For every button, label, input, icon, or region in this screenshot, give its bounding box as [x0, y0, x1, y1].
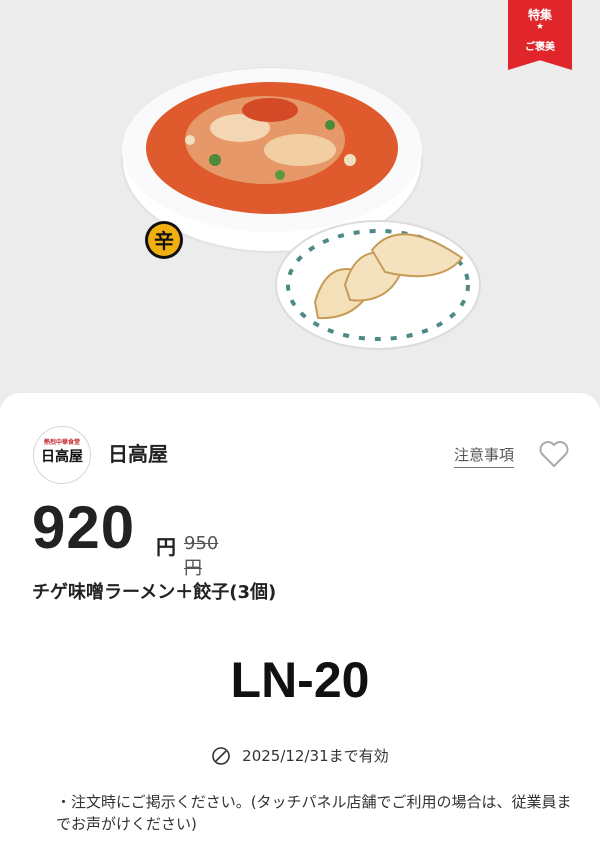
coupon-code: LN-20 [230, 652, 370, 708]
validity-text: 2025/12/31まで有効 [242, 747, 389, 765]
logo-tagline: 熱烈中華食堂 [43, 439, 80, 446]
feature-ribbon: 特集 ★ ご褒美 [508, 0, 572, 70]
coupon-card: 熱烈中華食堂 日高屋 日高屋 注意事項 920 円 950円 チゲ味噌ラーメン＋… [0, 393, 600, 863]
validity-row: 2025/12/31まで有効 [0, 745, 600, 766]
product-name: チゲ味噌ラーメン＋餃子(3個) [32, 582, 277, 603]
shop-name: 日高屋 [108, 442, 168, 466]
shop-logo: 熱烈中華食堂 日高屋 [33, 426, 91, 484]
notes-link[interactable]: 注意事項 [454, 444, 515, 468]
heart-outline-icon[interactable] [538, 439, 570, 469]
hero-image: 辛 特集 ★ ご褒美 [0, 0, 600, 400]
spicy-badge: 辛 [154, 229, 174, 253]
ribbon-subtitle: ご褒美 [525, 42, 555, 53]
usage-instructions: ・注文時にご掲示ください。(タッチパネル店舗でご利用の場合は、従業員までお声がけ… [56, 793, 572, 833]
logo-wordmark: 日高屋 [41, 449, 83, 465]
clock-icon [212, 746, 231, 765]
coupon-price: 920 [32, 494, 136, 561]
price-currency: 円 [156, 535, 176, 559]
ribbon-title: 特集 [527, 8, 552, 22]
original-price: 950円 [184, 533, 219, 579]
star-icon: ★ [535, 22, 545, 32]
